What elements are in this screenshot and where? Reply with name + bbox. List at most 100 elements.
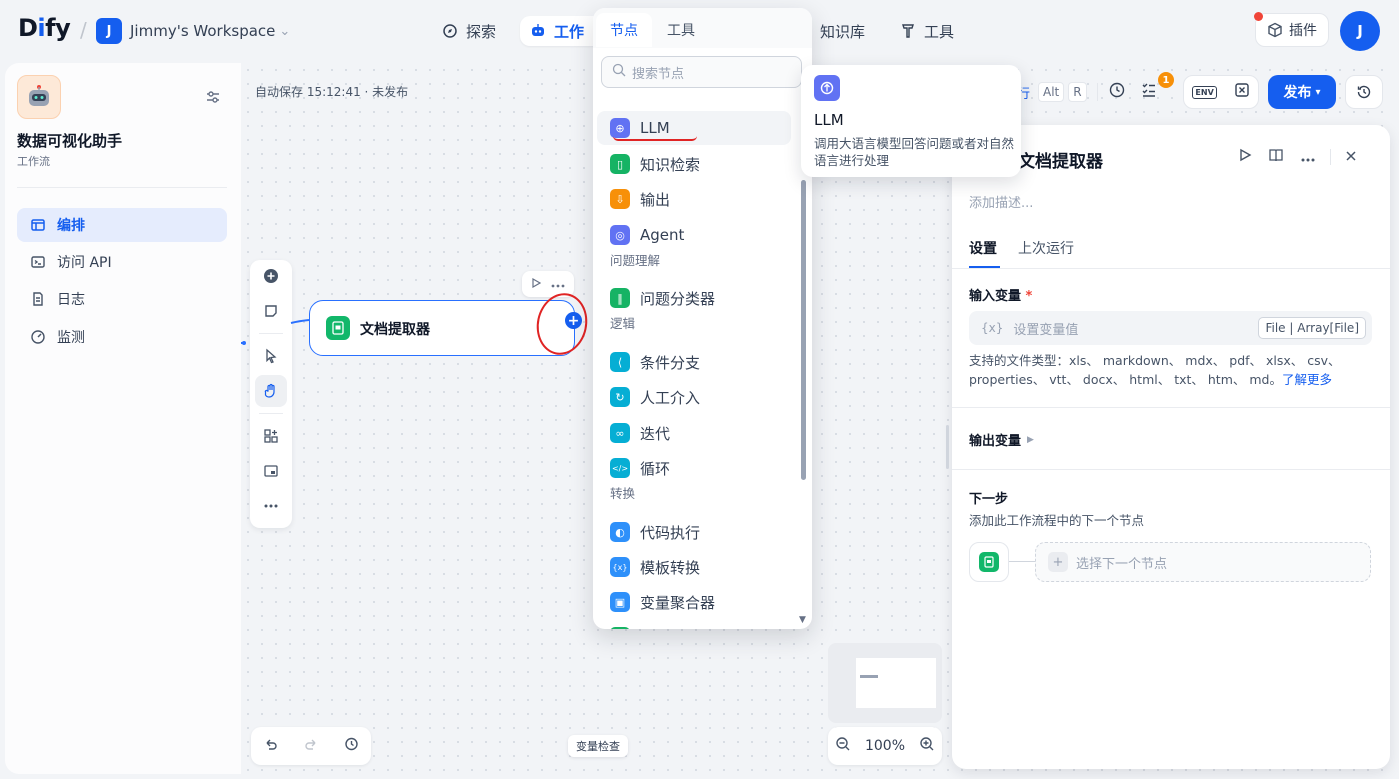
run-node-icon[interactable]: [531, 277, 542, 291]
redo-icon[interactable]: [303, 736, 319, 756]
zoom-in-icon[interactable]: [919, 736, 935, 756]
close-icon[interactable]: [1345, 148, 1357, 166]
picker-item[interactable]: </> 循环: [597, 451, 791, 485]
workspace-badge: J: [96, 18, 122, 44]
publish-button[interactable]: 发布 ▾: [1268, 75, 1336, 109]
nav-explore[interactable]: 探索: [432, 16, 506, 46]
workspace-name: Jimmy's Workspace: [130, 22, 276, 40]
minimap-toggle-icon[interactable]: [255, 455, 287, 487]
picker-item[interactable]: ⟨ 条件分支: [597, 345, 791, 379]
layout-icon: [29, 217, 47, 233]
dify-logo[interactable]: Dify: [18, 14, 71, 42]
picker-item-label: 代码执行: [640, 523, 701, 542]
run-history-icon[interactable]: [1108, 81, 1126, 103]
picker-item[interactable]: ↻ 人工介入: [597, 380, 791, 414]
plugins-button[interactable]: 插件: [1255, 13, 1329, 47]
node-type-icon: ⊕: [610, 627, 630, 629]
shortcut-key-r: R: [1068, 82, 1087, 102]
tab-settings[interactable]: 设置: [969, 238, 997, 258]
input-variable-selector[interactable]: {x} 设置变量值 File | Array[File]: [969, 311, 1372, 345]
zoom-level[interactable]: 100%: [865, 738, 905, 754]
sidebar-item-logs[interactable]: 日志: [17, 282, 227, 316]
chevron-down-icon: ⌄: [279, 23, 291, 39]
picker-item[interactable]: ∞ 迭代: [597, 416, 791, 450]
gauge-icon: [29, 329, 47, 345]
input-vars-label: 输入变量 *: [969, 285, 1032, 304]
picker-item-label: 条件分支: [640, 353, 701, 372]
tab-tools[interactable]: 工具: [653, 13, 709, 47]
tab-last-run[interactable]: 上次运行: [1018, 238, 1074, 258]
sidebar-item-label: 监测: [57, 330, 85, 346]
picker-item[interactable]: ⇩ 输出: [597, 182, 791, 216]
panel-resize-handle[interactable]: [946, 425, 949, 469]
picker-item[interactable]: ⊕ 文档提取器: [597, 620, 791, 629]
output-vars-toggle[interactable]: 输出变量 ▶: [969, 430, 1034, 449]
undo-icon[interactable]: [263, 736, 279, 756]
nav-knowledge[interactable]: 知识库: [810, 16, 875, 46]
add-node-icon[interactable]: [255, 260, 287, 292]
node-type-icon: ▯: [610, 154, 630, 174]
search-placeholder: 搜索节点: [632, 66, 685, 82]
next-connector: [1009, 561, 1035, 562]
sidebar-item-api[interactable]: 访问 API: [17, 245, 227, 279]
zoom-out-icon[interactable]: [835, 736, 851, 756]
picker-item-label: 文档提取器: [640, 627, 715, 630]
cube-icon: [1267, 22, 1283, 38]
scroll-down-icon[interactable]: ▼: [799, 615, 806, 625]
node-type-icon: </>: [610, 458, 630, 478]
minimap[interactable]: [828, 643, 942, 723]
workspace-switcher[interactable]: J Jimmy's Workspace ⌄: [96, 18, 290, 44]
node-tooltip: LLM 调用大语言模型回答问题或者对自然语言进行处理: [801, 65, 1021, 177]
node-type-icon: ‖: [610, 288, 630, 308]
picker-item-label: LLM: [640, 119, 670, 137]
sidebar-item-orchestrate[interactable]: 编排: [17, 208, 227, 242]
node-search-input[interactable]: 搜索节点: [601, 56, 802, 88]
picker-scrollbar[interactable]: [801, 180, 806, 480]
learn-more-link[interactable]: 了解更多: [1282, 372, 1332, 387]
history-button[interactable]: [1345, 75, 1383, 109]
run-controls[interactable]: 运行 Alt R: [1004, 76, 1158, 108]
tab-nodes[interactable]: 节点: [596, 13, 652, 47]
edge-connector: [241, 319, 310, 345]
panel-description[interactable]: 添加描述...: [969, 192, 1033, 211]
env-variables-icon[interactable]: ENV: [1192, 85, 1217, 99]
sidebar-item-monitor[interactable]: 监测: [17, 320, 227, 354]
run-step-icon[interactable]: [1238, 148, 1252, 166]
actions-divider: [1330, 149, 1331, 165]
select-next-node-button[interactable]: + 选择下一个节点: [1035, 542, 1371, 582]
tooltip-description: 调用大语言模型回答问题或者对自然语言进行处理: [814, 136, 1015, 168]
caret-right-icon: ▶: [1027, 434, 1034, 445]
docs-book-icon[interactable]: [1268, 147, 1284, 167]
current-node-icon: [969, 542, 1009, 582]
hand-icon[interactable]: [255, 375, 287, 407]
conversation-variables-icon[interactable]: [1234, 82, 1250, 102]
organize-icon[interactable]: [255, 420, 287, 452]
checklist-icon[interactable]: [1140, 81, 1158, 103]
zoom-control: 100%: [828, 727, 942, 765]
picker-group-label: 转换: [610, 486, 636, 501]
required-mark: *: [1025, 289, 1033, 304]
picker-item[interactable]: ▣ 变量聚合器: [597, 585, 791, 619]
node-more-icon[interactable]: [551, 277, 565, 291]
variable-inspect-button[interactable]: 变量检查: [568, 735, 628, 757]
settings-sliders-icon[interactable]: [205, 89, 221, 109]
picker-item[interactable]: {x} 模板转换: [597, 550, 791, 584]
picker-item[interactable]: ‖ 问题分类器: [597, 281, 791, 315]
picker-item[interactable]: ◎ Agent: [597, 218, 791, 252]
more-icon[interactable]: [255, 490, 287, 522]
sidebar-item-label: 访问 API: [57, 255, 112, 271]
workflow-node-doc-extractor[interactable]: 文档提取器: [309, 300, 575, 356]
picker-item[interactable]: ◐ 代码执行: [597, 515, 791, 549]
version-history-icon[interactable]: [343, 736, 359, 756]
picker-group-label: 问题理解: [610, 253, 661, 268]
node-type-icon: {x}: [610, 557, 630, 577]
node-type-icon: ◎: [610, 225, 630, 245]
more-icon[interactable]: [1300, 148, 1316, 166]
picker-item[interactable]: ▯ 知识检索: [597, 147, 791, 181]
publish-label: 发布: [1283, 85, 1312, 101]
panel-title[interactable]: 文档提取器: [1018, 147, 1103, 172]
nav-tools[interactable]: 工具: [890, 16, 964, 46]
node-type-icon: ◐: [610, 522, 630, 542]
shortcut-key-alt: Alt: [1038, 82, 1065, 102]
user-avatar[interactable]: J: [1340, 11, 1380, 51]
